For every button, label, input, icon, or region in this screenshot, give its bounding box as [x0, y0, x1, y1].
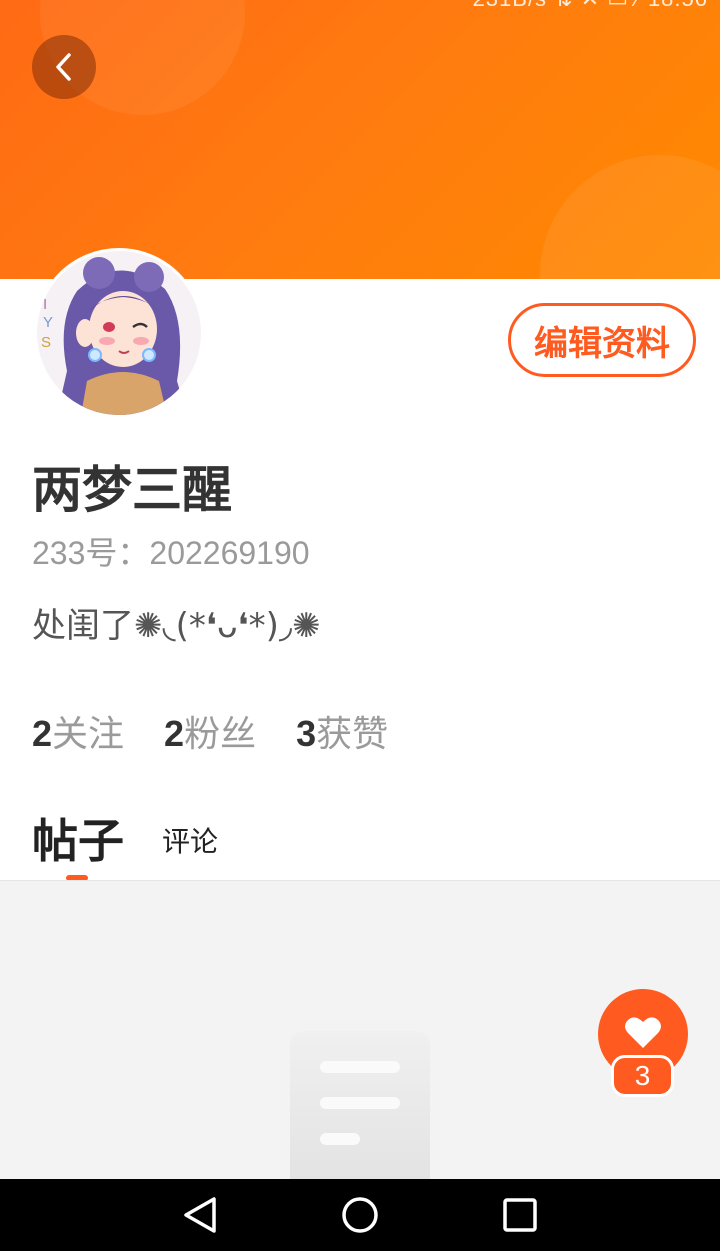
status-bar: 231B/s ⇅ ✕ ▭ ⁄ 18:56	[473, 0, 708, 12]
chevron-left-icon	[56, 53, 71, 81]
empty-document-icon	[290, 1031, 430, 1179]
stat-label: 获赞	[316, 714, 389, 755]
system-navigation-bar	[0, 1179, 720, 1251]
profile-stats: 2 关注 2 粉丝 3 获赞	[32, 705, 388, 757]
stat-likes[interactable]: 3 获赞	[296, 705, 388, 757]
back-button[interactable]	[32, 35, 96, 99]
svg-text:Y: Y	[43, 314, 53, 331]
avatar[interactable]: I Y S	[34, 248, 204, 418]
content-tabs: 帖子 评论	[32, 805, 720, 881]
stat-fans[interactable]: 2 粉丝	[164, 705, 256, 757]
nav-back-button[interactable]	[180, 1195, 220, 1235]
heart-icon	[625, 1017, 661, 1048]
stat-number: 3	[296, 713, 317, 754]
stat-number: 2	[32, 713, 53, 754]
svg-text:S: S	[41, 334, 51, 351]
svg-text:I: I	[43, 296, 47, 313]
doc-line	[320, 1133, 360, 1145]
tab-posts[interactable]: 帖子	[32, 805, 124, 871]
circle-home-icon	[342, 1197, 378, 1233]
avatar-illustration: I Y S	[37, 251, 201, 415]
nav-home-button[interactable]	[340, 1195, 380, 1235]
stat-label: 粉丝	[184, 714, 257, 755]
doc-line	[320, 1097, 400, 1109]
stat-label: 关注	[52, 714, 125, 755]
like-count-badge: 3	[611, 1055, 674, 1097]
stat-number: 2	[164, 713, 185, 754]
profile-header-banner: 231B/s ⇅ ✕ ▭ ⁄ 18:56	[0, 0, 720, 279]
nav-recents-button[interactable]	[500, 1195, 540, 1235]
signature: 处闺了✺◟(*❛ᴗ❛*)◞✺	[32, 606, 321, 646]
nickname: 两梦三醒	[32, 461, 232, 519]
triangle-back-icon	[184, 1197, 216, 1233]
stat-following[interactable]: 2 关注	[32, 705, 124, 757]
doc-line	[320, 1061, 400, 1073]
tab-comments[interactable]: 评论	[162, 820, 218, 860]
square-recents-icon	[503, 1198, 537, 1232]
user-id: 233号：202269190	[32, 535, 310, 571]
edit-profile-button[interactable]: 编辑资料	[508, 303, 696, 377]
banner-decor-circle	[540, 155, 720, 279]
